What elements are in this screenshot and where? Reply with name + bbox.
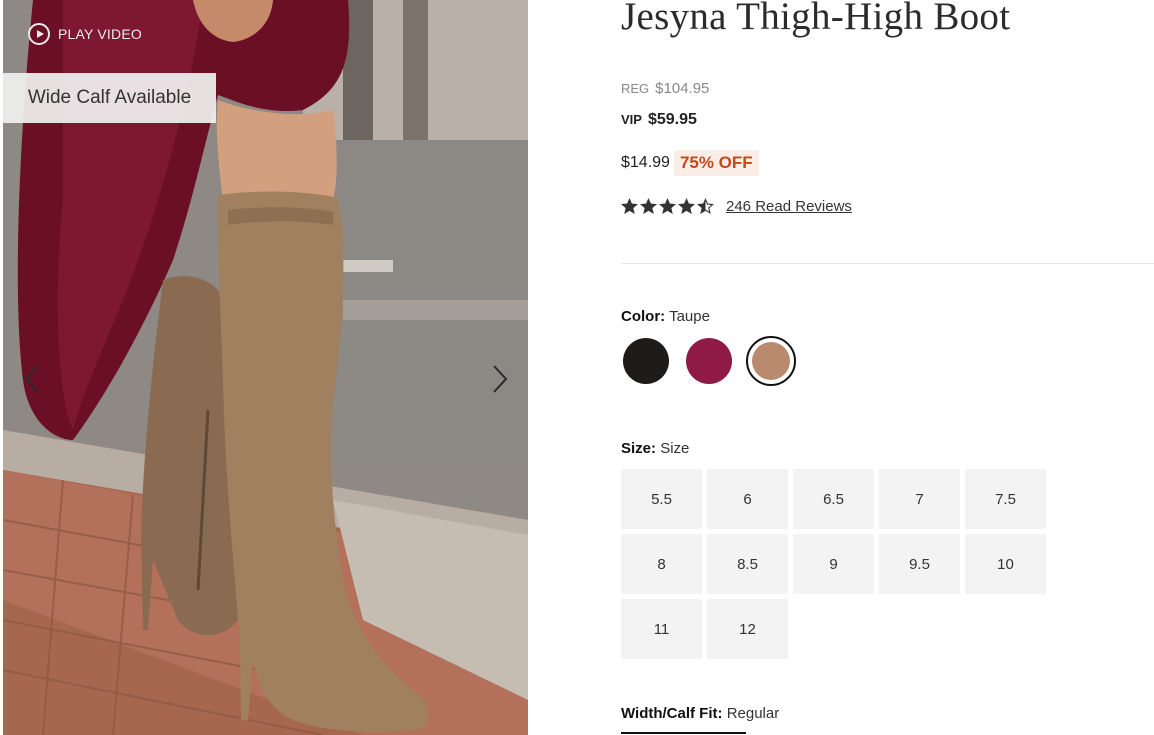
- regular-price-label: REG: [621, 81, 650, 96]
- size-label-title: Size:: [621, 440, 657, 457]
- vip-price: VIP $59.95: [621, 111, 697, 129]
- width-label-title: Width/Calf Fit:: [621, 705, 723, 722]
- color-swatch-burgundy[interactable]: [684, 336, 734, 386]
- size-option[interactable]: 8.5: [707, 534, 788, 594]
- star-half-icon: [697, 198, 714, 214]
- color-label: Color: Taupe: [621, 308, 710, 325]
- swatch-fill: [686, 338, 732, 384]
- sale-price-row: $14.99 75% OFF: [621, 150, 759, 176]
- star-full-icon: [621, 198, 638, 214]
- size-option[interactable]: 6: [707, 469, 788, 529]
- star-full-icon: [659, 198, 676, 214]
- size-option[interactable]: 9.5: [879, 534, 960, 594]
- carousel-next-button[interactable]: [486, 362, 512, 396]
- size-option[interactable]: 10: [965, 534, 1046, 594]
- color-swatch-taupe[interactable]: [746, 336, 796, 386]
- play-icon: [28, 23, 50, 45]
- swatch-fill: [623, 338, 669, 384]
- discount-badge: 75% OFF: [673, 150, 759, 176]
- wide-calf-badge: Wide Calf Available: [3, 73, 216, 123]
- regular-price-value: $104.95: [655, 80, 710, 97]
- size-selected-value: Size: [660, 440, 690, 457]
- width-selected-value: Regular: [726, 705, 780, 722]
- width-label: Width/Calf Fit: Regular: [621, 705, 779, 722]
- size-options: 5.5 6 6.5 7 7.5 8 8.5 9 9.5 10 11 12: [621, 469, 1046, 659]
- size-option[interactable]: 12: [707, 599, 788, 659]
- size-option[interactable]: 8: [621, 534, 702, 594]
- size-option[interactable]: 7: [879, 469, 960, 529]
- section-divider: [621, 263, 1154, 264]
- regular-price: REG $104.95: [621, 80, 709, 97]
- review-count: 246: [726, 198, 752, 215]
- size-option[interactable]: 9: [793, 534, 874, 594]
- color-selected-value: Taupe: [669, 308, 710, 325]
- color-label-title: Color:: [621, 308, 666, 325]
- star-full-icon: [640, 198, 657, 214]
- product-title: Jesyna Thigh-High Boot: [621, 0, 1011, 38]
- swatch-fill: [752, 342, 790, 380]
- play-video-label: PLAY VIDEO: [58, 26, 142, 42]
- size-label: Size: Size: [621, 440, 689, 457]
- play-video-button[interactable]: PLAY VIDEO: [28, 23, 142, 45]
- star-full-icon: [678, 198, 695, 214]
- size-option[interactable]: 7.5: [965, 469, 1046, 529]
- chevron-left-icon: [24, 365, 39, 393]
- read-reviews-label: Read Reviews: [755, 198, 852, 215]
- vip-price-label: VIP: [621, 112, 642, 127]
- star-rating: [621, 198, 714, 215]
- read-reviews-link[interactable]: 246 Read Reviews: [726, 198, 852, 215]
- width-tab-active-indicator: [621, 732, 746, 734]
- rating-row: 246 Read Reviews: [621, 198, 852, 215]
- size-option[interactable]: 6.5: [793, 469, 874, 529]
- carousel-prev-button[interactable]: [20, 362, 46, 396]
- color-swatch-black[interactable]: [621, 336, 671, 386]
- size-option[interactable]: 5.5: [621, 469, 702, 529]
- vip-price-value: $59.95: [647, 111, 697, 128]
- chevron-right-icon: [493, 365, 508, 393]
- sale-price: $14.99: [621, 154, 670, 171]
- size-option[interactable]: 11: [621, 599, 702, 659]
